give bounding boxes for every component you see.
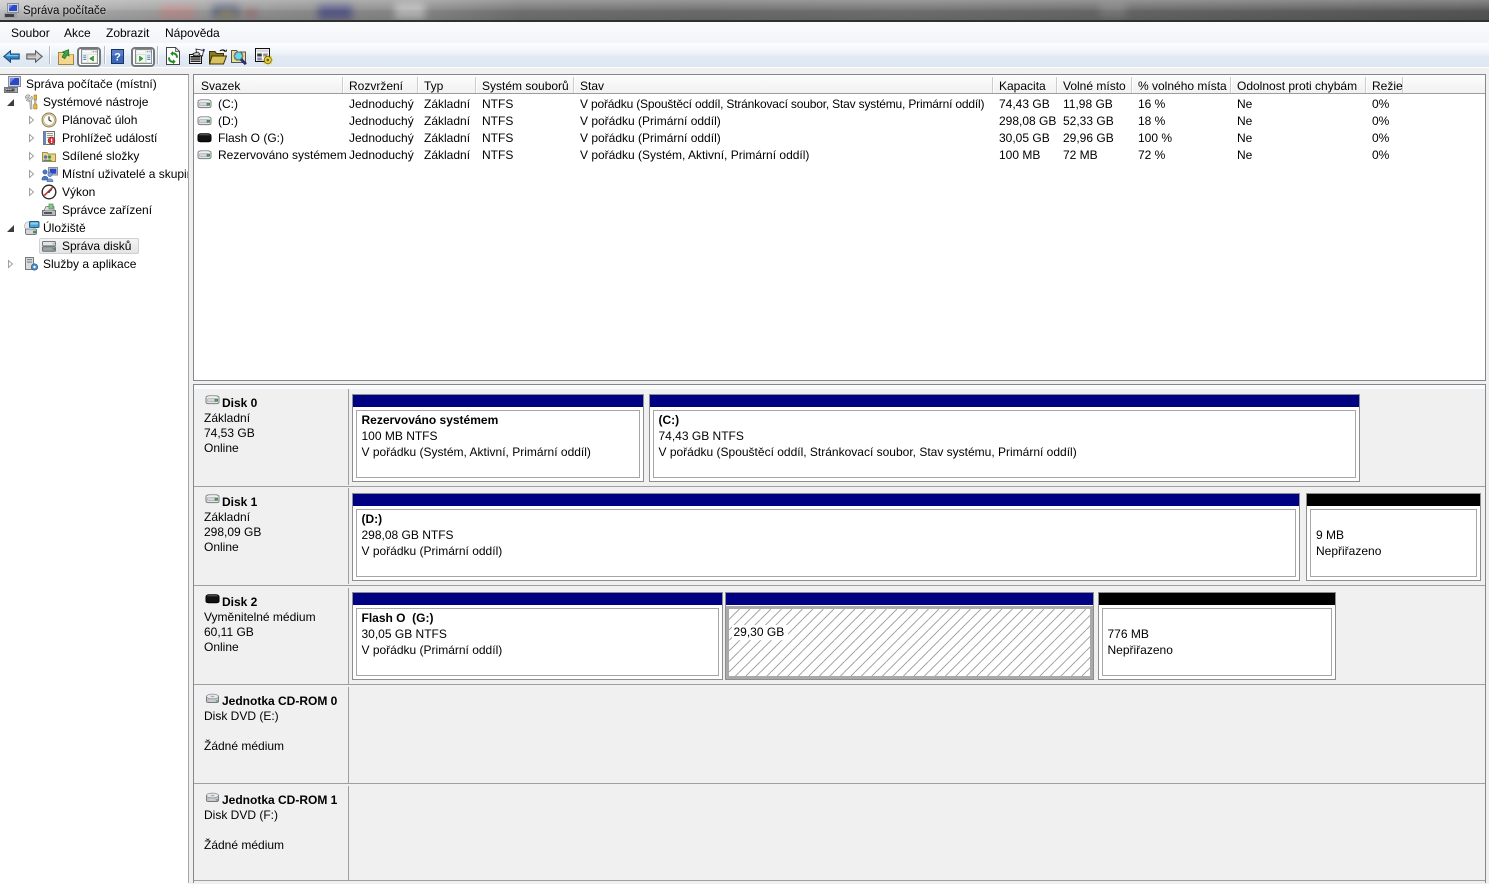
svg-text:?: ? [114, 52, 121, 64]
